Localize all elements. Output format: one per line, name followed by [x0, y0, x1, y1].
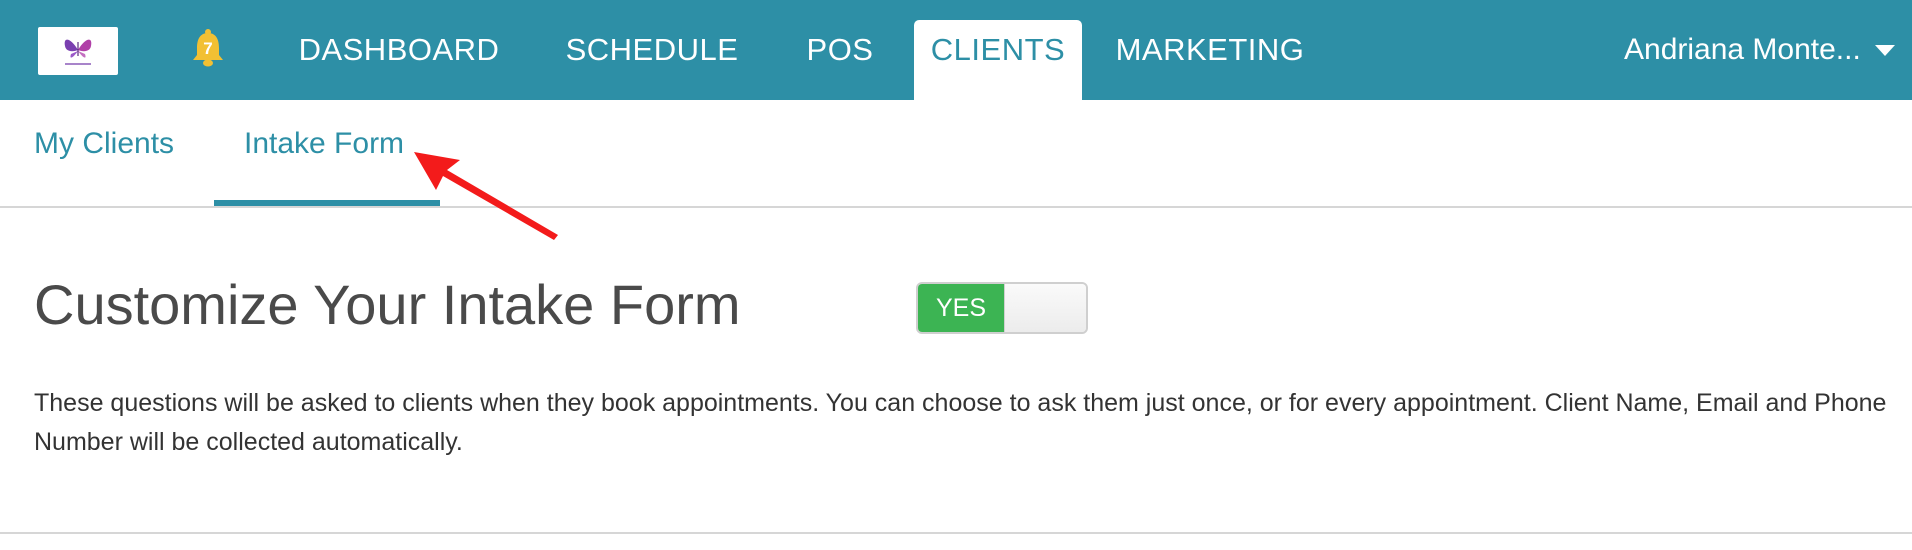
notifications-bell[interactable]: 7 — [190, 28, 226, 68]
nav-tab-dashboard[interactable]: DASHBOARD — [286, 20, 512, 100]
butterfly-logo-icon — [64, 39, 92, 65]
nav-tab-schedule[interactable]: SCHEDULE — [556, 20, 748, 100]
red-arrow-icon — [414, 152, 558, 240]
nav-tab-pos[interactable]: POS — [796, 20, 884, 100]
section-divider — [0, 532, 1912, 534]
business-logo[interactable] — [38, 27, 118, 75]
user-account-menu[interactable]: Andriana Monte... — [1624, 28, 1895, 72]
subtab-intake-form[interactable]: Intake Form — [244, 124, 404, 164]
nav-tab-clients[interactable]: CLIENTS — [914, 20, 1082, 100]
subtab-my-clients[interactable]: My Clients — [34, 124, 174, 164]
intake-form-enabled-toggle[interactable]: YES — [916, 282, 1088, 334]
chevron-down-icon — [1874, 44, 1895, 56]
user-name: Andriana Monte... — [1624, 33, 1861, 66]
nav-tab-marketing[interactable]: MARKETING — [1112, 20, 1308, 100]
top-navigation-bar: 7 DASHBOARD SCHEDULE POS CLIENTS MARKETI… — [0, 0, 1912, 100]
toggle-knob — [1004, 284, 1086, 332]
page-title: Customize Your Intake Form — [34, 273, 741, 336]
toggle-on-label: YES — [918, 284, 1004, 332]
notification-count-badge: 7 — [203, 39, 213, 58]
intake-form-description: These questions will be asked to clients… — [34, 389, 1887, 456]
subnav-divider — [0, 206, 1912, 208]
